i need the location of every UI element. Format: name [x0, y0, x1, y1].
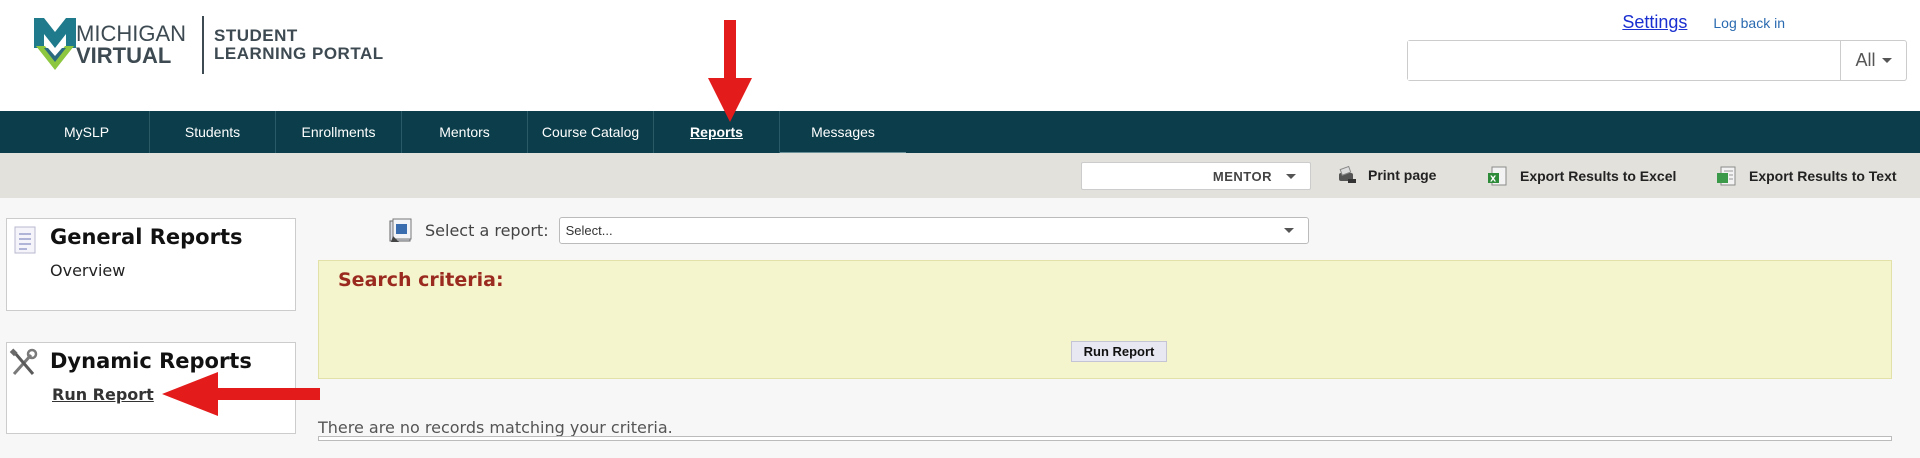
general-reports-panel: General Reports Overview: [6, 218, 296, 311]
top-links: Settings Log back in: [1622, 12, 1785, 33]
tools-icon: [9, 348, 38, 376]
overview-link[interactable]: Overview: [50, 261, 125, 280]
portal-name: STUDENT LEARNING PORTAL: [214, 27, 384, 63]
search-scope-label: All: [1855, 50, 1876, 70]
export-excel-button[interactable]: X Export Results to Excel: [1486, 165, 1676, 187]
chevron-down-icon: [1283, 227, 1294, 233]
select-report-label: Select a report:: [425, 220, 549, 240]
annotation-arrow-left-icon: [162, 372, 320, 416]
print-page-label: Print page: [1368, 167, 1437, 183]
logo-divider: [202, 16, 204, 74]
logo-line-virtual: VIRTUAL: [76, 43, 172, 68]
report-book-icon: [389, 218, 412, 242]
export-text-label: Export Results to Text: [1749, 168, 1897, 184]
portal-name-line1: STUDENT: [214, 26, 298, 46]
site-logo[interactable]: MICHIGAN VIRTUAL STUDENT LEARNING PORTAL: [34, 16, 384, 74]
chevron-down-icon: [1286, 173, 1296, 179]
nav-items: MySLP Students Enrollments Mentors Cours…: [24, 111, 906, 153]
export-text-button[interactable]: Export Results to Text: [1715, 165, 1897, 187]
nav-item-students[interactable]: Students: [150, 111, 276, 153]
run-report-link[interactable]: Run Report: [52, 385, 154, 404]
results-divider: [318, 436, 1892, 441]
nav-item-course-catalog[interactable]: Course Catalog: [528, 111, 654, 153]
role-dropdown-value: MENTOR: [1212, 168, 1272, 184]
text-file-icon: [1717, 166, 1736, 186]
nav-item-myslp[interactable]: MySLP: [24, 111, 150, 153]
print-page-button[interactable]: Print page: [1336, 165, 1436, 185]
document-icon: [14, 226, 36, 254]
annotation-arrow-down-icon: [708, 20, 752, 122]
page: MICHIGAN VIRTUAL STUDENT LEARNING PORTAL…: [0, 0, 1920, 458]
search-criteria-title: Search criteria:: [338, 269, 504, 291]
chevron-down-icon: [1881, 58, 1892, 63]
role-dropdown[interactable]: MENTOR: [1081, 162, 1311, 190]
global-search: All: [1407, 40, 1907, 81]
print-icon: [1339, 165, 1356, 183]
general-reports-title: General Reports: [50, 225, 243, 249]
excel-file-icon: X: [1488, 166, 1507, 186]
report-toolbar: MENTOR Print page X Export Results to Ex…: [0, 153, 1920, 198]
logo-wordmark: MICHIGAN VIRTUAL: [76, 23, 186, 67]
michigan-virtual-logo-icon: [34, 18, 76, 70]
export-excel-label: Export Results to Excel: [1520, 168, 1677, 184]
logo-line-michigan: MICHIGAN: [76, 21, 186, 46]
search-criteria-panel: Search criteria: Run Report: [318, 260, 1892, 379]
nav-item-mentors[interactable]: Mentors: [402, 111, 528, 153]
search-scope-dropdown[interactable]: All: [1840, 41, 1906, 80]
log-back-in-link[interactable]: Log back in: [1713, 15, 1785, 31]
main-nav: MySLP Students Enrollments Mentors Cours…: [0, 111, 1920, 153]
nav-item-messages[interactable]: Messages: [780, 111, 906, 153]
svg-text:X: X: [1490, 175, 1497, 184]
no-records-message: There are no records matching your crite…: [318, 418, 673, 437]
report-dropdown[interactable]: Select...: [558, 216, 1309, 244]
report-selector-row: Select a report: Select...: [387, 216, 1309, 244]
search-input[interactable]: [1408, 41, 1840, 80]
settings-link[interactable]: Settings: [1622, 12, 1687, 33]
nav-item-enrollments[interactable]: Enrollments: [276, 111, 402, 153]
report-dropdown-value: Select...: [565, 222, 613, 238]
portal-name-line2: LEARNING PORTAL: [214, 44, 384, 63]
header: MICHIGAN VIRTUAL STUDENT LEARNING PORTAL…: [0, 0, 1920, 111]
dynamic-reports-title: Dynamic Reports: [50, 349, 252, 373]
run-report-button[interactable]: Run Report: [1071, 341, 1167, 362]
